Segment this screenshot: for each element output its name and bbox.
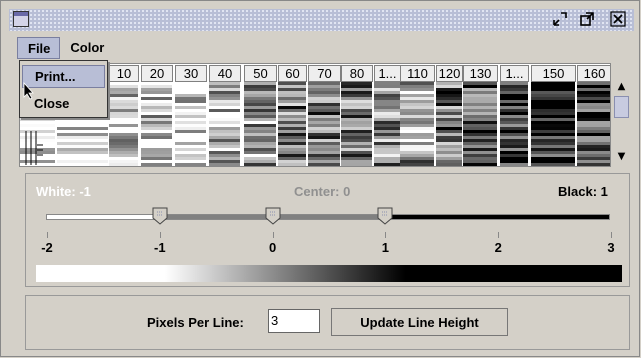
column-header[interactable]: 1... — [374, 65, 401, 82]
slider-tick-label: 1 — [381, 240, 389, 255]
grid-column — [278, 82, 306, 166]
grid-column — [374, 82, 400, 166]
grid-column — [436, 82, 462, 166]
slider-tick-label: 2 — [494, 240, 502, 255]
column-header[interactable]: 20 — [141, 65, 173, 82]
grid-column — [175, 82, 206, 166]
slider-tick — [385, 232, 387, 238]
black-thumb[interactable] — [377, 207, 393, 225]
gray-gradient-bar — [36, 265, 622, 282]
center-value-label: Center: 0 — [294, 184, 351, 199]
column-header[interactable]: 60 — [278, 65, 307, 82]
slider-tick-label: -2 — [41, 240, 53, 255]
vertical-scrollbar[interactable]: ▲ ▼ — [613, 79, 631, 165]
column-header[interactable]: 110 — [400, 65, 435, 82]
title-bar[interactable] — [9, 9, 634, 31]
contrast-panel: White: -1 Center: 0 Black: 1 -2 -1 0 1 2 3 — [25, 173, 630, 287]
line-marks — [23, 131, 63, 165]
mouse-pointer-icon — [23, 81, 35, 100]
iconify-icon[interactable] — [552, 11, 568, 27]
slider-tick-label: 0 — [268, 240, 277, 255]
slider-tick — [47, 232, 48, 238]
grid-column — [531, 82, 575, 166]
app-window: File Color 10 20 30 40 50 60 70 80 1... 110 120 130… — [0, 0, 640, 357]
menu-color[interactable]: Color — [60, 37, 113, 59]
column-header[interactable]: 50 — [244, 65, 277, 82]
menu-file[interactable]: File — [17, 37, 61, 59]
black-value-label: Black: 1 — [558, 184, 608, 199]
slider-tick-label: 3 — [607, 240, 615, 255]
grid-column — [109, 82, 138, 166]
grid-column — [308, 82, 340, 166]
column-header[interactable]: 120 — [436, 65, 463, 82]
grid-column — [400, 82, 434, 166]
scroll-down-icon[interactable]: ▼ — [613, 149, 630, 164]
scroll-thumb[interactable] — [614, 96, 629, 118]
line-height-panel: Pixels Per Line: 3 Update Line Height — [25, 295, 630, 350]
white-thumb[interactable] — [152, 207, 168, 225]
column-header[interactable]: 30 — [175, 65, 207, 82]
menu-bar: File Color — [17, 37, 113, 59]
grid-column — [463, 82, 497, 166]
grid-column — [500, 82, 528, 166]
grid-column — [209, 82, 240, 166]
column-header[interactable]: 10 — [109, 65, 139, 82]
slider-tick — [159, 232, 161, 238]
column-header[interactable]: 160 — [577, 65, 610, 82]
column-header[interactable]: 1... — [500, 65, 529, 82]
column-header[interactable]: 80 — [341, 65, 373, 82]
column-header[interactable]: 40 — [209, 65, 241, 82]
scroll-up-icon[interactable]: ▲ — [613, 79, 630, 94]
grid-column — [341, 82, 372, 166]
column-header[interactable]: 130 — [463, 65, 498, 82]
update-line-height-button[interactable]: Update Line Height — [331, 308, 508, 336]
contrast-slider-track[interactable] — [46, 214, 610, 220]
maximize-icon[interactable] — [579, 11, 595, 27]
white-value-label: White: -1 — [36, 184, 91, 199]
pixels-per-line-input[interactable]: 3 — [268, 309, 320, 333]
slider-tick — [498, 232, 500, 238]
grid-column — [577, 82, 610, 166]
slider-tick-label: -1 — [154, 240, 166, 255]
slider-tick — [272, 232, 274, 238]
column-header[interactable]: 150 — [531, 65, 576, 82]
pixels-per-line-label: Pixels Per Line: — [147, 315, 244, 330]
app-icon — [13, 11, 29, 27]
column-header[interactable]: 70 — [308, 65, 341, 82]
grid-column — [244, 82, 276, 166]
grid-column — [141, 82, 172, 166]
center-thumb[interactable] — [265, 207, 281, 225]
slider-tick — [611, 232, 612, 238]
close-icon[interactable] — [610, 11, 626, 27]
